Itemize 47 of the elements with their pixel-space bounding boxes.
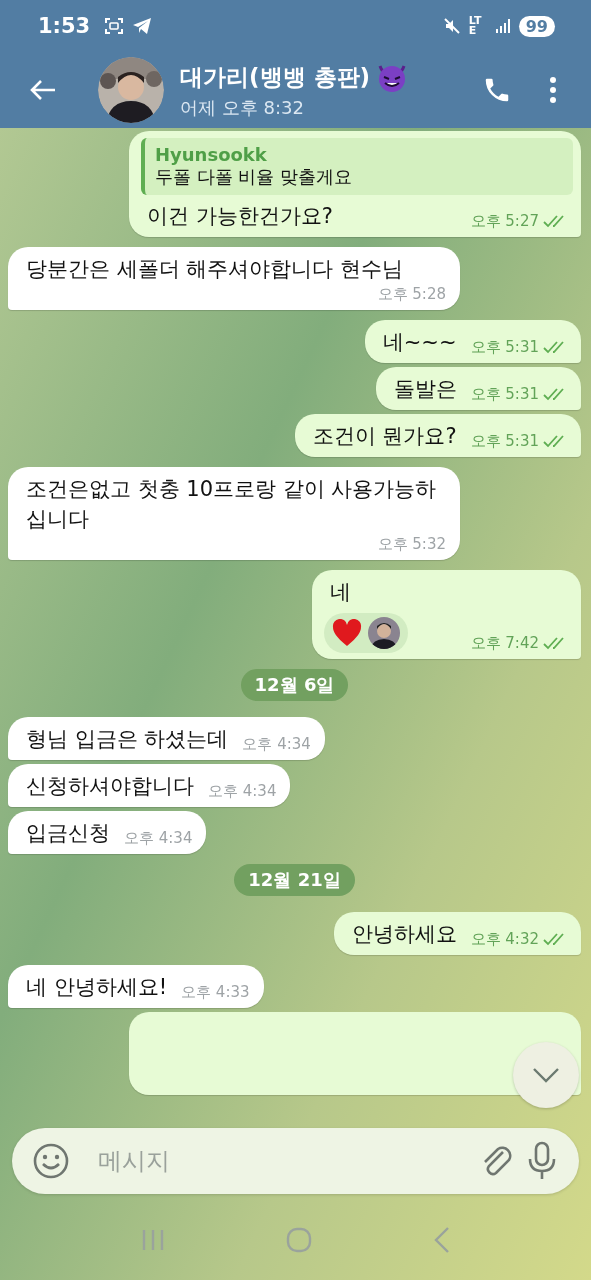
more-icon (549, 76, 557, 104)
message-text: 입금신청 (26, 820, 110, 847)
message-text: 당분간은 세폴더 해주셔야합니다 현수님 (26, 256, 404, 283)
network-type: LTE (468, 16, 483, 36)
battery-level: 99 (518, 15, 555, 37)
message-text: 네 안녕하세요! (26, 974, 168, 1001)
message-text: 조건은없고 첫충 10프로랑 같이 사용가능하십니다 (26, 476, 438, 533)
date-badge: 12월 6일 (240, 669, 349, 701)
microphone-icon[interactable] (527, 1141, 557, 1181)
heart-icon (331, 619, 362, 647)
emoji-icon[interactable] (32, 1142, 70, 1180)
date-badge: 12월 21일 (234, 864, 355, 896)
mute-icon (442, 17, 461, 35)
reply-text: 두폴 다폴 비율 맞출게요 (155, 165, 354, 189)
message-text: 네 (329, 579, 351, 606)
last-seen: 어제 오후 8:32 (180, 96, 305, 120)
message-field[interactable]: 메시지 (84, 1146, 465, 1176)
message-time: 오후 4:34 (208, 781, 277, 801)
message-text: 네~~~ (382, 329, 457, 356)
reply-quote[interactable]: Hyunsookk 두폴 다폴 비율 맞출게요 (141, 138, 573, 195)
reaction-chip[interactable] (323, 613, 408, 653)
message-text: 돌발은 (393, 376, 457, 403)
message-text: 조건이 뭔가요? (312, 423, 457, 450)
message-time: 오후 4:34 (242, 734, 311, 754)
message-time: 오후 5:28 (377, 284, 446, 304)
message-text: 형님 입금은 하셨는데 (26, 726, 229, 753)
message-time: 오후 4:32 (470, 929, 539, 949)
screenshot-icon (104, 17, 125, 35)
signal-icon (494, 18, 511, 34)
message-time: 오후 5:32 (377, 534, 446, 554)
paper-plane-icon (132, 17, 153, 35)
message-text: 신청하셔야합니다 (26, 773, 194, 800)
chevron-down-icon (532, 1067, 560, 1083)
chat-title: 대가리(뱅뱅 총판) (180, 62, 371, 92)
message-time: 오후 4:34 (124, 828, 193, 848)
message-time: 오후 5:27 (470, 211, 539, 231)
message-time: 오후 5:31 (470, 431, 539, 451)
message-time: 오후 5:31 (470, 337, 539, 357)
message-time: 오후 7:42 (470, 633, 539, 653)
message-text: 안녕하세요 (351, 921, 457, 948)
status-time: 1:53 (38, 14, 91, 38)
message-time: 오후 4:33 (181, 982, 250, 1002)
message-time: 오후 5:31 (470, 384, 539, 404)
reply-author: Hyunsookk (155, 144, 268, 165)
message-composer[interactable]: 메시지 (12, 1128, 579, 1194)
back-arrow-icon (29, 78, 57, 102)
message-text: 이건 가능한건가요? (147, 203, 333, 230)
